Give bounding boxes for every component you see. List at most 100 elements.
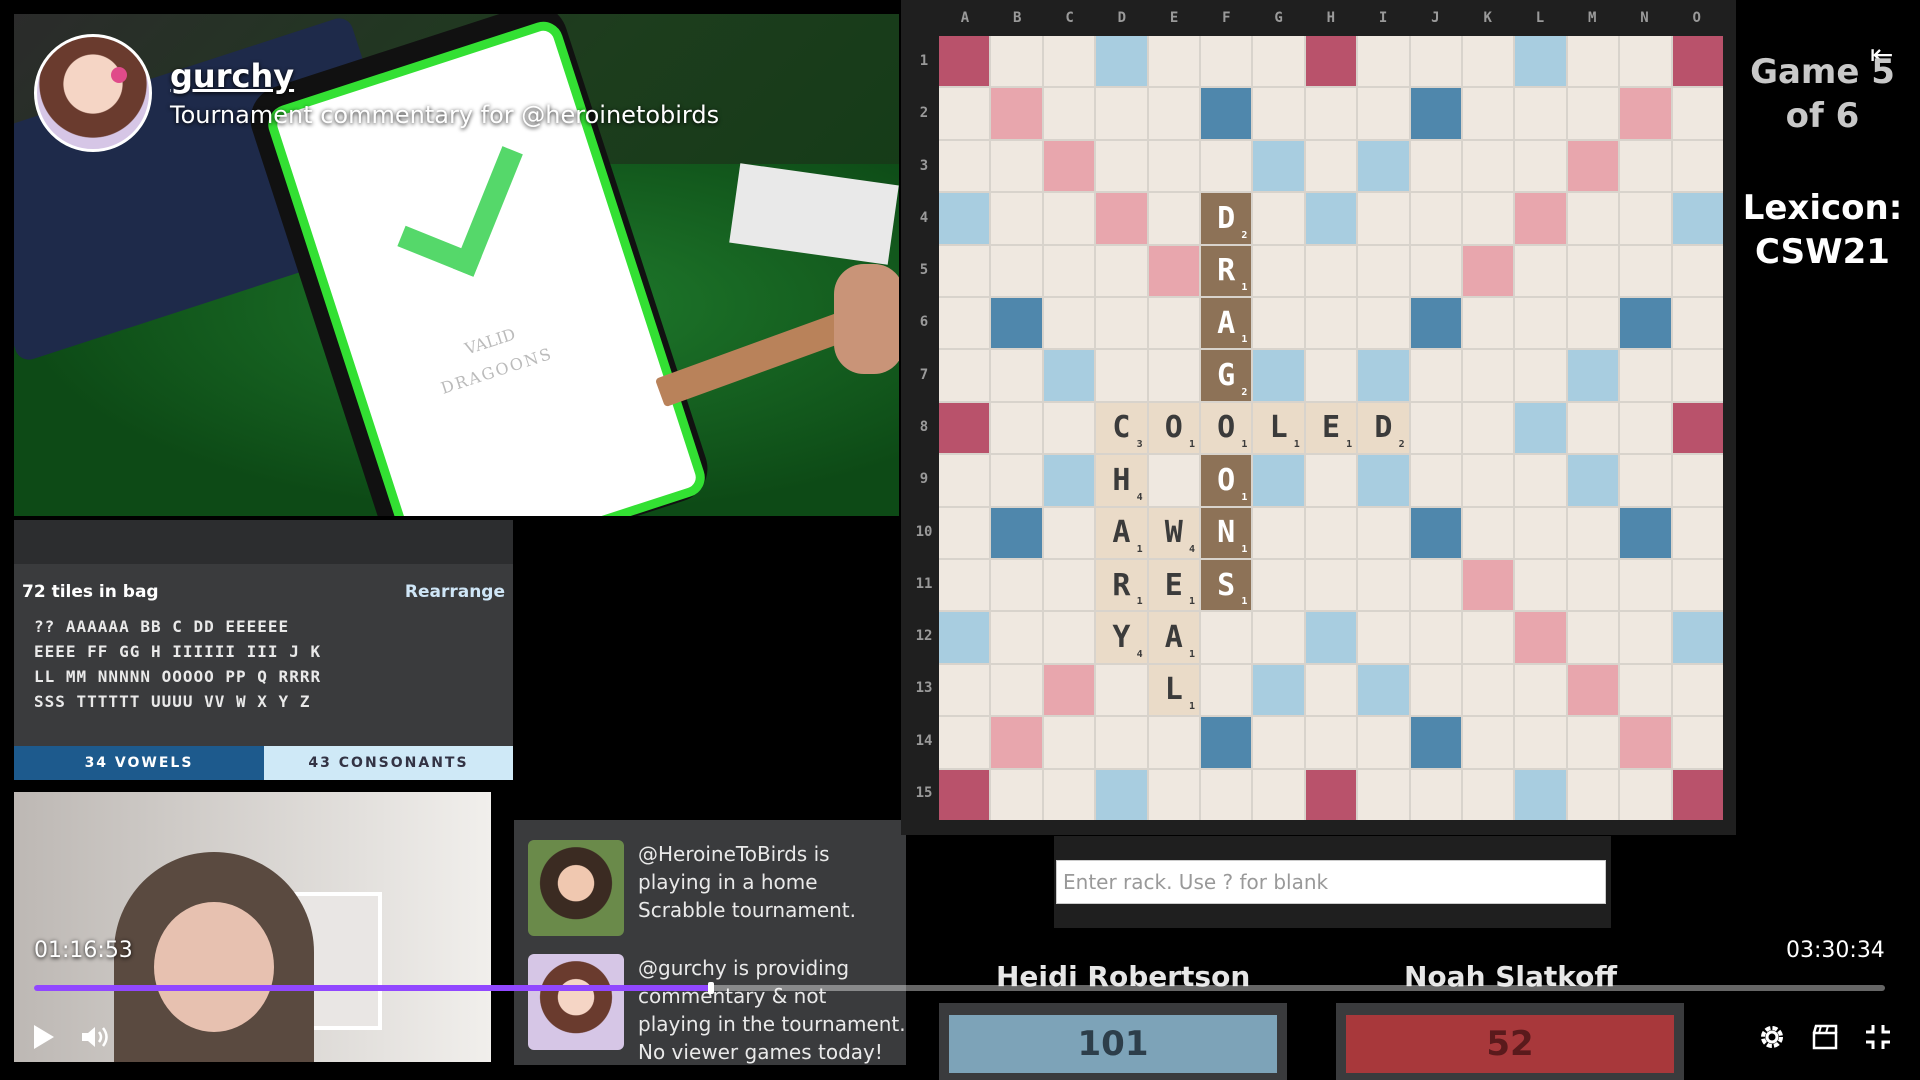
tile-points: 4: [1188, 544, 1195, 555]
board-square: [1410, 140, 1461, 192]
tile-letter: O: [1217, 462, 1236, 498]
board-square: [1043, 245, 1095, 296]
board-square: [991, 350, 1042, 401]
board-square: [1410, 402, 1461, 454]
board-tile: N1: [1201, 507, 1252, 558]
board-square: [1410, 612, 1461, 663]
board-square: [939, 298, 990, 349]
tile-points: 1: [1188, 648, 1195, 660]
tile-letter: R: [1112, 567, 1131, 603]
board-square: [1515, 664, 1566, 716]
column-label: K: [1483, 10, 1492, 26]
board-square: [1201, 36, 1252, 87]
game-number: Game 5 of 6: [1750, 52, 1895, 136]
tile-letter: A: [1217, 305, 1236, 341]
board-square: [1463, 507, 1514, 558]
board-square: [1253, 350, 1304, 401]
board-tile: H4: [1096, 455, 1147, 506]
settings-button[interactable]: [1752, 1017, 1792, 1057]
board-square: [1096, 245, 1147, 296]
channel-name-link[interactable]: gurchy: [170, 57, 719, 95]
volume-button[interactable]: [76, 1017, 116, 1057]
play-button[interactable]: [24, 1017, 64, 1057]
column-label: A: [960, 10, 970, 26]
board-square: [1672, 193, 1723, 244]
rearrange-button[interactable]: Rearrange: [405, 582, 505, 602]
board-square: [939, 769, 990, 820]
board-square: [1201, 769, 1252, 820]
board-square: [1463, 193, 1514, 244]
tile-letter: O: [1164, 410, 1183, 446]
board-square: [1043, 560, 1095, 611]
row-label: 13: [915, 680, 933, 697]
board-square: [991, 193, 1042, 244]
board-square: [1463, 455, 1514, 506]
board-square: [1305, 612, 1357, 663]
tile-points: 1: [1241, 596, 1248, 608]
progress-scrubber[interactable]: [707, 982, 714, 994]
channel-avatar[interactable]: [34, 34, 152, 152]
tile-letter: H: [1112, 462, 1131, 498]
current-time: 01:16:53: [34, 938, 133, 963]
board-square: [1567, 717, 1619, 768]
board-square: [1096, 717, 1147, 768]
board-tile: C3: [1096, 402, 1147, 454]
board-square: [1096, 664, 1147, 716]
board-square: [1043, 507, 1095, 558]
board-square: [1305, 245, 1357, 296]
board-square: [1515, 769, 1566, 820]
board-square: [1305, 455, 1357, 506]
board-square: [1253, 769, 1304, 820]
board-square: [1148, 350, 1199, 401]
tiles-line: EEEE FF GG H IIIIII III J K: [34, 642, 322, 661]
board-square: [939, 560, 990, 611]
commentary-text: @HeroineToBirds is playing in a home Scr…: [638, 842, 856, 922]
tile-points: 2: [1241, 229, 1248, 241]
channel-header: gurchy Tournament commentary for @heroin…: [34, 34, 719, 152]
board-square: [1672, 402, 1723, 454]
board-square: [1358, 140, 1409, 192]
board-square: [991, 298, 1042, 349]
board-square: [1620, 193, 1671, 244]
clip-button[interactable]: [1805, 1017, 1845, 1057]
column-label: H: [1326, 10, 1336, 26]
board-square: [1253, 612, 1304, 663]
board-square: [1358, 36, 1409, 87]
board-square: [1410, 88, 1461, 139]
row-label: 1: [919, 53, 929, 70]
board-square: [1515, 612, 1566, 663]
row-label: 6: [919, 314, 929, 331]
board-square: [939, 717, 990, 768]
board-square: [1043, 193, 1095, 244]
board-square: [1515, 193, 1566, 244]
board-square: [991, 245, 1042, 296]
board-square: [1253, 298, 1304, 349]
board-square: [1515, 350, 1566, 401]
tile-points: 1: [1136, 544, 1143, 555]
board-square: [939, 664, 990, 716]
tile-points: 1: [1241, 544, 1248, 555]
tile-points: 1: [1241, 439, 1248, 451]
board-square: [1463, 560, 1514, 611]
column-label: B: [1013, 10, 1022, 26]
column-label: M: [1587, 10, 1597, 26]
row-label: 7: [919, 366, 929, 383]
board-square: [1201, 140, 1252, 192]
board-square: [1253, 507, 1304, 558]
board-square: [1567, 612, 1619, 663]
board-tile: E1: [1148, 560, 1199, 611]
board-square: [1096, 769, 1147, 820]
board-square: [1410, 664, 1461, 716]
board-square: [1253, 717, 1304, 768]
clapperboard-icon: [1812, 1024, 1838, 1050]
hand: [834, 264, 899, 374]
rack-input[interactable]: [1056, 860, 1606, 904]
board-square: [1567, 140, 1619, 192]
board-square: [1463, 402, 1514, 454]
exit-fullscreen-button[interactable]: [1858, 1017, 1898, 1057]
tile-letter: W: [1164, 515, 1183, 551]
progress-bar[interactable]: [34, 982, 1885, 994]
board-square: [1515, 560, 1566, 611]
board-tile: D2: [1201, 193, 1252, 244]
board-square: [991, 455, 1042, 506]
